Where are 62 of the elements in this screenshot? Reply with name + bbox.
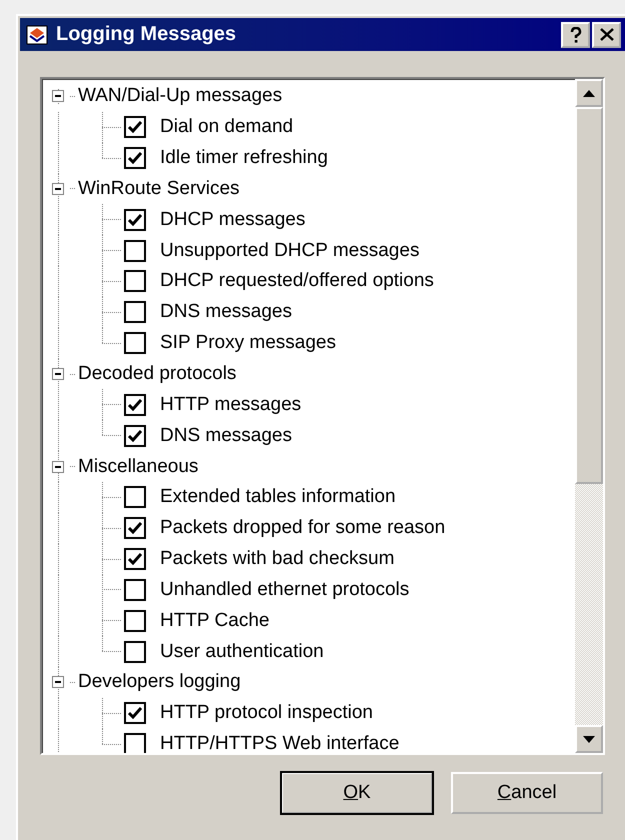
option-label: DHCP requested/offered options [160,270,434,292]
checkmark-icon [128,398,142,411]
checkbox[interactable] [124,702,146,724]
checkbox[interactable] [124,548,146,570]
checkbox[interactable] [124,486,146,508]
checkbox[interactable] [124,610,146,632]
option-label: Unhandled ethernet protocols [160,578,410,601]
cancel-button[interactable]: Cancel [451,772,603,814]
option-label: DNS messages [160,424,292,447]
checkmark-icon [128,152,142,164]
checkmark-icon [128,430,142,442]
checkmark-icon [128,553,142,566]
expander-toggle[interactable] [52,182,64,195]
app-icon [26,24,48,44]
option-label: HTTP messages [160,394,302,416]
expander-toggle[interactable] [52,676,64,688]
help-icon[interactable] [561,22,590,48]
checkmark-icon [128,214,142,226]
close-icon[interactable] [592,22,621,48]
checkbox[interactable] [124,640,146,663]
group-label[interactable]: Developers logging [77,671,241,694]
checkmark-icon [128,707,142,720]
checkbox[interactable] [124,270,146,292]
option-label: SIP Proxy messages [160,332,336,354]
option-label: Packets with bad checksum [160,548,394,570]
window-title: Logging Messages [56,23,238,46]
checkbox[interactable] [124,147,146,170]
scrollbar-thumb[interactable] [575,107,603,484]
option-label: Extended tables information [160,486,396,508]
checkbox[interactable] [124,424,146,447]
option-label: HTTP protocol inspection [160,702,373,724]
checkbox[interactable] [124,394,146,416]
option-label: User authentication [160,640,324,663]
option-label: Dial on demand [160,116,294,138]
group-label[interactable]: Decoded protocols [77,363,236,386]
option-label: HTTP/HTTPS Web interface [160,733,400,753]
checkmark-icon [128,522,142,534]
checkbox[interactable] [124,578,146,601]
group-label[interactable]: WAN/Dial-Up messages [77,85,282,108]
ok-button[interactable]: OK [281,772,433,814]
checkbox[interactable] [124,240,146,262]
checkbox[interactable] [124,332,146,354]
expander-toggle[interactable] [52,460,64,473]
checkbox[interactable] [124,301,146,324]
checkbox[interactable] [124,733,146,753]
checkmark-icon [128,121,142,134]
checkbox[interactable] [124,517,146,540]
group-label[interactable]: Miscellaneous [77,456,198,478]
option-label: Idle timer refreshing [160,147,328,170]
group-label[interactable]: WinRoute Services [77,178,240,200]
checkbox[interactable] [124,208,146,231]
option-label: HTTP Cache [160,610,270,632]
checkbox[interactable] [124,116,146,138]
option-label: Packets dropped for some reason [160,517,446,540]
expander-toggle[interactable] [52,368,64,380]
vertical-scrollbar[interactable] [575,79,603,753]
option-label: DNS messages [160,301,292,324]
option-label: DHCP messages [160,208,306,231]
expander-toggle[interactable] [52,90,64,102]
option-label: Unsupported DHCP messages [160,240,420,262]
scroll-up-icon[interactable] [575,79,603,107]
scroll-down-icon[interactable] [575,725,603,753]
